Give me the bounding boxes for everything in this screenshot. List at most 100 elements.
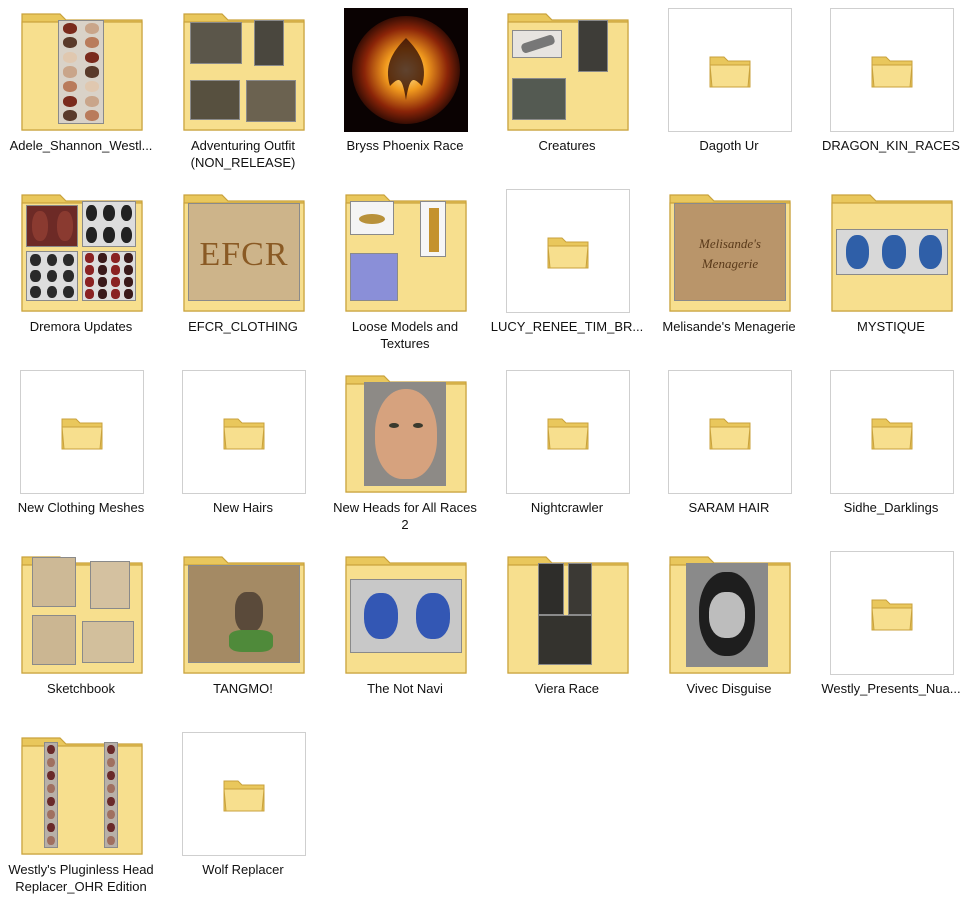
- folder-name: The Not Navi: [367, 681, 443, 696]
- folder-name: DRAGON_KIN_RACES: [822, 138, 960, 153]
- preview-vivec: [686, 563, 768, 667]
- folder-thumbnail[interactable]: [668, 8, 792, 132]
- folder-thumbnail[interactable]: [344, 370, 468, 494]
- preview-sketch-1: [32, 557, 76, 607]
- folder-thumbnail[interactable]: [20, 189, 144, 313]
- preview-navi: [350, 579, 462, 653]
- preview-loose-1: [350, 201, 394, 235]
- folder-name: SARAM HAIR: [688, 500, 770, 515]
- folder-thumbnail[interactable]: Melisande's Menagerie: [668, 189, 792, 313]
- preview-heads: [58, 20, 104, 124]
- folder-thumbnail[interactable]: [344, 189, 468, 313]
- folder-item[interactable]: TANGMO!: [162, 549, 324, 730]
- folder-name: Bryss Phoenix Race: [346, 138, 464, 153]
- folder-icon: [709, 418, 751, 450]
- folder-item[interactable]: EFCR EFCR_CLOTHING: [162, 187, 324, 368]
- folder-thumbnail[interactable]: [182, 732, 306, 856]
- folder-thumbnail[interactable]: [830, 189, 954, 313]
- preview-creature-3: [512, 78, 566, 120]
- folder-icon: [871, 56, 913, 88]
- folder-item[interactable]: MYSTIQUE: [810, 187, 972, 368]
- folder-item[interactable]: Melisande's Menagerie Melisande's Menager…: [648, 187, 810, 368]
- folder-item[interactable]: Westly_Presents_Nua...: [810, 549, 972, 730]
- folder-thumbnail[interactable]: [830, 8, 954, 132]
- folder-name: Creatures: [538, 138, 596, 153]
- folder-grid: Adele_Shannon_Westl... Adventuring Outfi…: [0, 6, 975, 911]
- folder-thumbnail[interactable]: [506, 551, 630, 675]
- preview-dremora-3: [26, 251, 78, 301]
- folder-thumbnail[interactable]: [830, 370, 954, 494]
- folder-item[interactable]: Dremora Updates: [0, 187, 162, 368]
- folder-thumbnail[interactable]: [182, 551, 306, 675]
- folder-name: MYSTIQUE: [857, 319, 925, 334]
- folder-thumbnail[interactable]: [20, 370, 144, 494]
- folder-item[interactable]: Vivec Disguise: [648, 549, 810, 730]
- folder-thumbnail[interactable]: [506, 8, 630, 132]
- folder-name: New Clothing Meshes: [17, 500, 145, 515]
- folder-item[interactable]: Sidhe_Darklings: [810, 368, 972, 549]
- folder-item[interactable]: Creatures: [486, 6, 648, 187]
- phoenix-image: [344, 8, 468, 132]
- folder-item[interactable]: New Hairs: [162, 368, 324, 549]
- folder-name: Dremora Updates: [29, 319, 133, 334]
- preview-face: [364, 382, 446, 486]
- folder-thumbnail[interactable]: [182, 370, 306, 494]
- preview-sketch-2: [90, 561, 130, 609]
- preview-outfit-4: [246, 80, 296, 122]
- folder-item[interactable]: New Clothing Meshes: [0, 368, 162, 549]
- folder-item[interactable]: Viera Race: [486, 549, 648, 730]
- folder-item[interactable]: Sketchbook: [0, 549, 162, 730]
- folder-name: TANGMO!: [213, 681, 273, 696]
- folder-thumbnail[interactable]: [668, 551, 792, 675]
- folder-name: Westly_Presents_Nua...: [821, 681, 961, 696]
- folder-thumbnail[interactable]: EFCR: [182, 189, 306, 313]
- preview-efcr-parchment: EFCR: [188, 203, 300, 301]
- preview-strip-1: [44, 742, 58, 848]
- folder-icon: [61, 418, 103, 450]
- folder-item[interactable]: New Heads for All Races 2: [324, 368, 486, 549]
- preview-melisande-parchment: Melisande's Menagerie: [674, 203, 786, 301]
- folder-item[interactable]: Dagoth Ur: [648, 6, 810, 187]
- preview-sketch-3: [32, 615, 76, 665]
- folder-item[interactable]: DRAGON_KIN_RACES: [810, 6, 972, 187]
- preview-dremora-4: [82, 251, 136, 301]
- preview-sketch-4: [82, 621, 134, 663]
- folder-item[interactable]: Bryss Phoenix Race: [324, 6, 486, 187]
- folder-icon: [871, 418, 913, 450]
- folder-name: Adventuring Outfit (NON_RELEASE): [190, 138, 296, 170]
- preview-viera-3: [538, 615, 592, 665]
- folder-name: EFCR_CLOTHING: [188, 319, 298, 334]
- folder-name: Viera Race: [534, 681, 600, 696]
- folder-thumbnail[interactable]: [182, 8, 306, 132]
- preview-creature-2: [578, 20, 608, 72]
- folder-thumbnail[interactable]: [668, 370, 792, 494]
- folder-item[interactable]: The Not Navi: [324, 549, 486, 730]
- folder-thumbnail[interactable]: [506, 370, 630, 494]
- preview-outfit-2: [254, 20, 284, 66]
- preview-melisande-text: Melisande's Menagerie: [699, 236, 761, 271]
- preview-dremora-2: [82, 201, 136, 247]
- folder-icon: [223, 418, 265, 450]
- folder-name: Westly's Pluginless Head Replacer_OHR Ed…: [8, 862, 154, 894]
- folder-thumbnail[interactable]: [506, 189, 630, 313]
- folder-icon: [547, 237, 589, 269]
- folder-thumbnail[interactable]: [344, 551, 468, 675]
- folder-item[interactable]: Adele_Shannon_Westl...: [0, 6, 162, 187]
- folder-item[interactable]: Wolf Replacer: [162, 730, 324, 911]
- folder-thumbnail[interactable]: [344, 8, 468, 132]
- folder-item[interactable]: LUCY_RENEE_TIM_BR...: [486, 187, 648, 368]
- folder-thumbnail[interactable]: [20, 732, 144, 856]
- folder-item[interactable]: Westly's Pluginless Head Replacer_OHR Ed…: [0, 730, 162, 911]
- folder-item[interactable]: Loose Models and Textures: [324, 187, 486, 368]
- folder-item[interactable]: SARAM HAIR: [648, 368, 810, 549]
- folder-thumbnail[interactable]: [20, 8, 144, 132]
- folder-name: New Hairs: [213, 500, 273, 515]
- folder-thumbnail[interactable]: [20, 551, 144, 675]
- preview-loose-2: [420, 201, 446, 257]
- folder-icon: [547, 418, 589, 450]
- folder-item[interactable]: Adventuring Outfit (NON_RELEASE): [162, 6, 324, 187]
- folder-name: Vivec Disguise: [686, 681, 772, 696]
- folder-thumbnail[interactable]: [830, 551, 954, 675]
- folder-item[interactable]: Nightcrawler: [486, 368, 648, 549]
- folder-name: LUCY_RENEE_TIM_BR...: [490, 319, 644, 334]
